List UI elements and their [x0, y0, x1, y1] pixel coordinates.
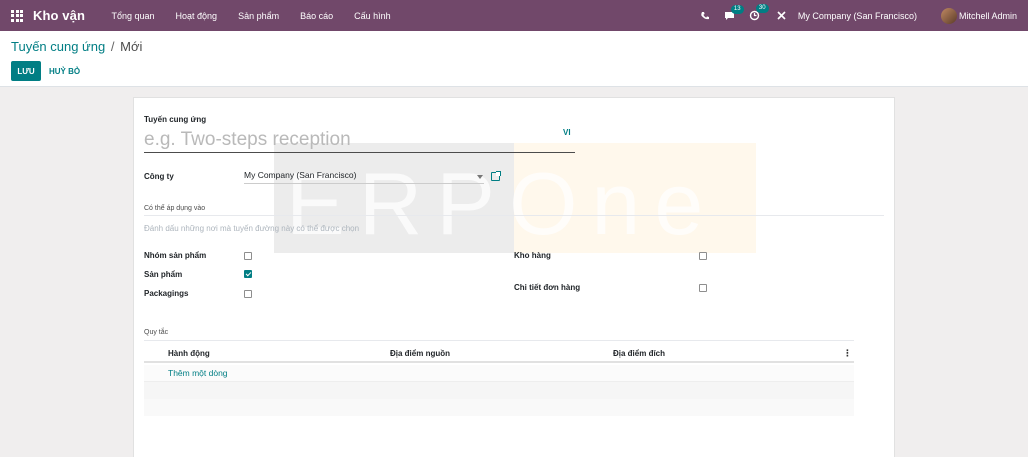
column-options-icon[interactable]: ⋮ — [843, 348, 852, 359]
route-name-label: Tuyến cung ứng — [144, 115, 207, 124]
rules-title: Quy tắc — [144, 329, 169, 336]
product-category-checkbox[interactable] — [244, 252, 252, 260]
apps-menu-icon[interactable] — [11, 9, 23, 22]
discard-button[interactable]: HUỶ BỎ — [49, 61, 80, 81]
menu-item-products[interactable]: Sản phẩm — [238, 11, 279, 21]
messages-badge: 13 — [730, 4, 744, 14]
user-menu[interactable]: Mitchell Admin — [959, 11, 1017, 21]
sales-order-line-label: Chi tiết đơn hàng — [514, 283, 581, 292]
menu-item-reporting[interactable]: Báo cáo — [300, 11, 333, 21]
company-select[interactable]: My Company (San Francisco) — [244, 170, 484, 184]
rules-table-header: Hành động Địa điểm nguồn Địa điểm đích ⋮ — [144, 345, 854, 363]
breadcrumb: Tuyến cung ứng / Mới — [11, 39, 142, 54]
rules-divider — [144, 340, 854, 341]
app-name[interactable]: Kho vận — [33, 8, 85, 23]
product-label: Sản phẩm — [144, 270, 183, 279]
product-category-label: Nhóm sản phẩm — [144, 251, 207, 260]
control-panel: Tuyến cung ứng / Mới LƯU HUỶ BỎ — [0, 31, 1028, 87]
packagings-label: Packagings — [144, 289, 189, 298]
packagings-checkbox[interactable] — [244, 290, 252, 298]
breadcrumb-separator: / — [110, 39, 115, 54]
section-divider — [144, 215, 884, 216]
applicable-on-title: Có thể áp dụng vào — [144, 205, 206, 212]
external-link-icon[interactable] — [491, 171, 501, 181]
table-row — [144, 382, 854, 399]
add-line-row: Thêm một dòng — [144, 365, 854, 382]
menu-item-operations[interactable]: Hoạt động — [176, 11, 218, 21]
activities-icon[interactable]: 30 — [749, 4, 769, 21]
menu-item-configuration[interactable]: Cấu hình — [354, 11, 391, 21]
route-name-input[interactable]: e.g. Two-steps reception — [144, 126, 575, 153]
column-source-location[interactable]: Địa điểm nguồn — [390, 349, 450, 358]
language-button[interactable]: VI — [563, 128, 571, 137]
warehouse-label: Kho hàng — [514, 251, 551, 260]
chevron-down-icon[interactable] — [477, 175, 483, 179]
column-action[interactable]: Hành động — [168, 349, 210, 358]
applicable-hint: Đánh dấu những nơi mà tuyến đường này có… — [144, 224, 360, 233]
breadcrumb-current: Mới — [120, 39, 143, 54]
activities-badge: 30 — [755, 4, 769, 13]
sales-order-line-checkbox[interactable] — [699, 284, 707, 292]
close-icon[interactable] — [777, 11, 786, 20]
user-avatar[interactable] — [940, 7, 957, 24]
erpone-watermark: ERPOne — [274, 143, 756, 253]
company-switcher[interactable]: My Company (San Francisco) — [798, 11, 917, 21]
breadcrumb-parent[interactable]: Tuyến cung ứng — [11, 39, 105, 54]
messages-icon[interactable]: 13 — [724, 4, 744, 21]
warehouse-checkbox[interactable] — [699, 252, 707, 260]
add-line-link[interactable]: Thêm một dòng — [168, 368, 228, 378]
form-sheet: ERPOne Tuyến cung ứng e.g. Two-steps rec… — [133, 97, 895, 457]
company-label: Công ty — [144, 172, 174, 181]
save-button[interactable]: LƯU — [11, 61, 41, 81]
column-destination-location[interactable]: Địa điểm đích — [613, 349, 665, 358]
menu-item-overview[interactable]: Tổng quan — [111, 11, 154, 21]
top-navbar: Kho vận Tổng quan Hoạt động Sản phẩm Báo… — [0, 0, 1028, 31]
product-checkbox[interactable] — [244, 270, 252, 278]
phone-icon[interactable] — [700, 11, 710, 21]
table-row — [144, 399, 854, 416]
